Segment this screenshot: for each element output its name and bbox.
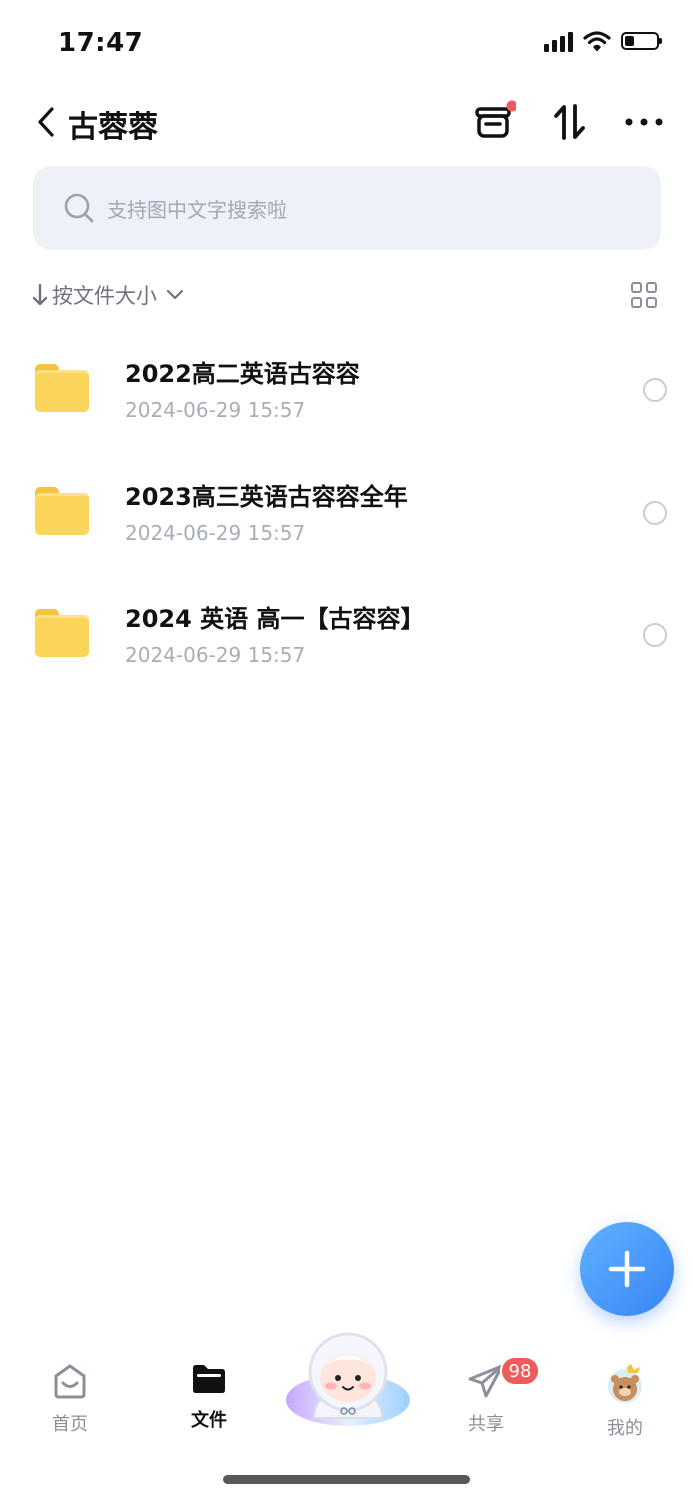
file-date: 2024-06-29 15:57 bbox=[125, 643, 306, 667]
folder-icon bbox=[35, 364, 89, 412]
grid-view-button[interactable] bbox=[631, 282, 657, 308]
cellular-signal-icon bbox=[544, 30, 573, 52]
home-face-icon bbox=[54, 1364, 86, 1399]
file-date: 2024-06-29 15:57 bbox=[125, 521, 306, 545]
astronaut-mascot-icon bbox=[286, 1332, 410, 1426]
assistant-mascot-button[interactable] bbox=[284, 1322, 412, 1432]
add-button[interactable] bbox=[580, 1222, 674, 1316]
wifi-icon bbox=[583, 31, 611, 52]
search-bar[interactable]: 支持图中文字搜索啦 bbox=[33, 166, 661, 250]
list-item[interactable]: 2022高二英语古容容 2024-06-29 15:57 bbox=[0, 334, 693, 444]
transfer-list-button[interactable] bbox=[472, 100, 516, 144]
home-indicator bbox=[223, 1475, 470, 1484]
search-icon bbox=[64, 193, 94, 223]
search-placeholder: 支持图中文字搜索啦 bbox=[107, 197, 287, 222]
folder-icon bbox=[35, 609, 89, 657]
nav-mine-label: 我的 bbox=[607, 1418, 643, 1439]
battery-icon bbox=[621, 32, 662, 50]
file-name: 2022高二英语古容容 bbox=[125, 360, 360, 388]
status-time: 17:47 bbox=[58, 28, 144, 58]
avatar-icon bbox=[608, 1364, 642, 1403]
file-name: 2024 英语 高一【古容容】 bbox=[125, 605, 425, 633]
nav-home[interactable]: 首页 bbox=[30, 1362, 110, 1436]
file-name: 2023高三英语古容容全年 bbox=[125, 483, 408, 511]
nav-files-label: 文件 bbox=[191, 1410, 227, 1431]
nav-home-label: 首页 bbox=[52, 1414, 88, 1435]
page-title: 古蓉蓉 bbox=[68, 110, 158, 145]
select-checkbox[interactable] bbox=[643, 501, 667, 525]
file-date: 2024-06-29 15:57 bbox=[125, 398, 306, 422]
sort-order-button[interactable] bbox=[548, 100, 592, 144]
list-item[interactable]: 2023高三英语古容容全年 2024-06-29 15:57 bbox=[0, 457, 693, 567]
sort-label: 按文件大小 bbox=[52, 284, 157, 308]
plus-icon bbox=[608, 1250, 646, 1288]
select-checkbox[interactable] bbox=[643, 378, 667, 402]
chevron-down-icon bbox=[166, 289, 184, 300]
more-options-button[interactable] bbox=[622, 100, 666, 144]
nav-files[interactable]: 文件 bbox=[169, 1362, 249, 1432]
folder-filled-icon bbox=[193, 1365, 225, 1393]
back-button[interactable] bbox=[36, 104, 64, 140]
status-indicators bbox=[544, 30, 662, 52]
sort-selector[interactable]: 按文件大小 bbox=[32, 280, 185, 310]
chevron-left-icon bbox=[38, 107, 54, 137]
folder-icon bbox=[35, 487, 89, 535]
select-checkbox[interactable] bbox=[643, 623, 667, 647]
nav-mine[interactable]: 我的 bbox=[585, 1362, 665, 1440]
sort-arrows-icon bbox=[554, 104, 585, 140]
notification-badge: 98 bbox=[500, 1356, 540, 1386]
transfer-box-icon bbox=[475, 100, 516, 138]
list-item[interactable]: 2024 英语 高一【古容容】 2024-06-29 15:57 bbox=[0, 579, 693, 689]
nav-share-label: 共享 bbox=[468, 1414, 504, 1435]
more-dots-icon bbox=[625, 118, 663, 126]
arrow-down-icon bbox=[32, 283, 48, 306]
